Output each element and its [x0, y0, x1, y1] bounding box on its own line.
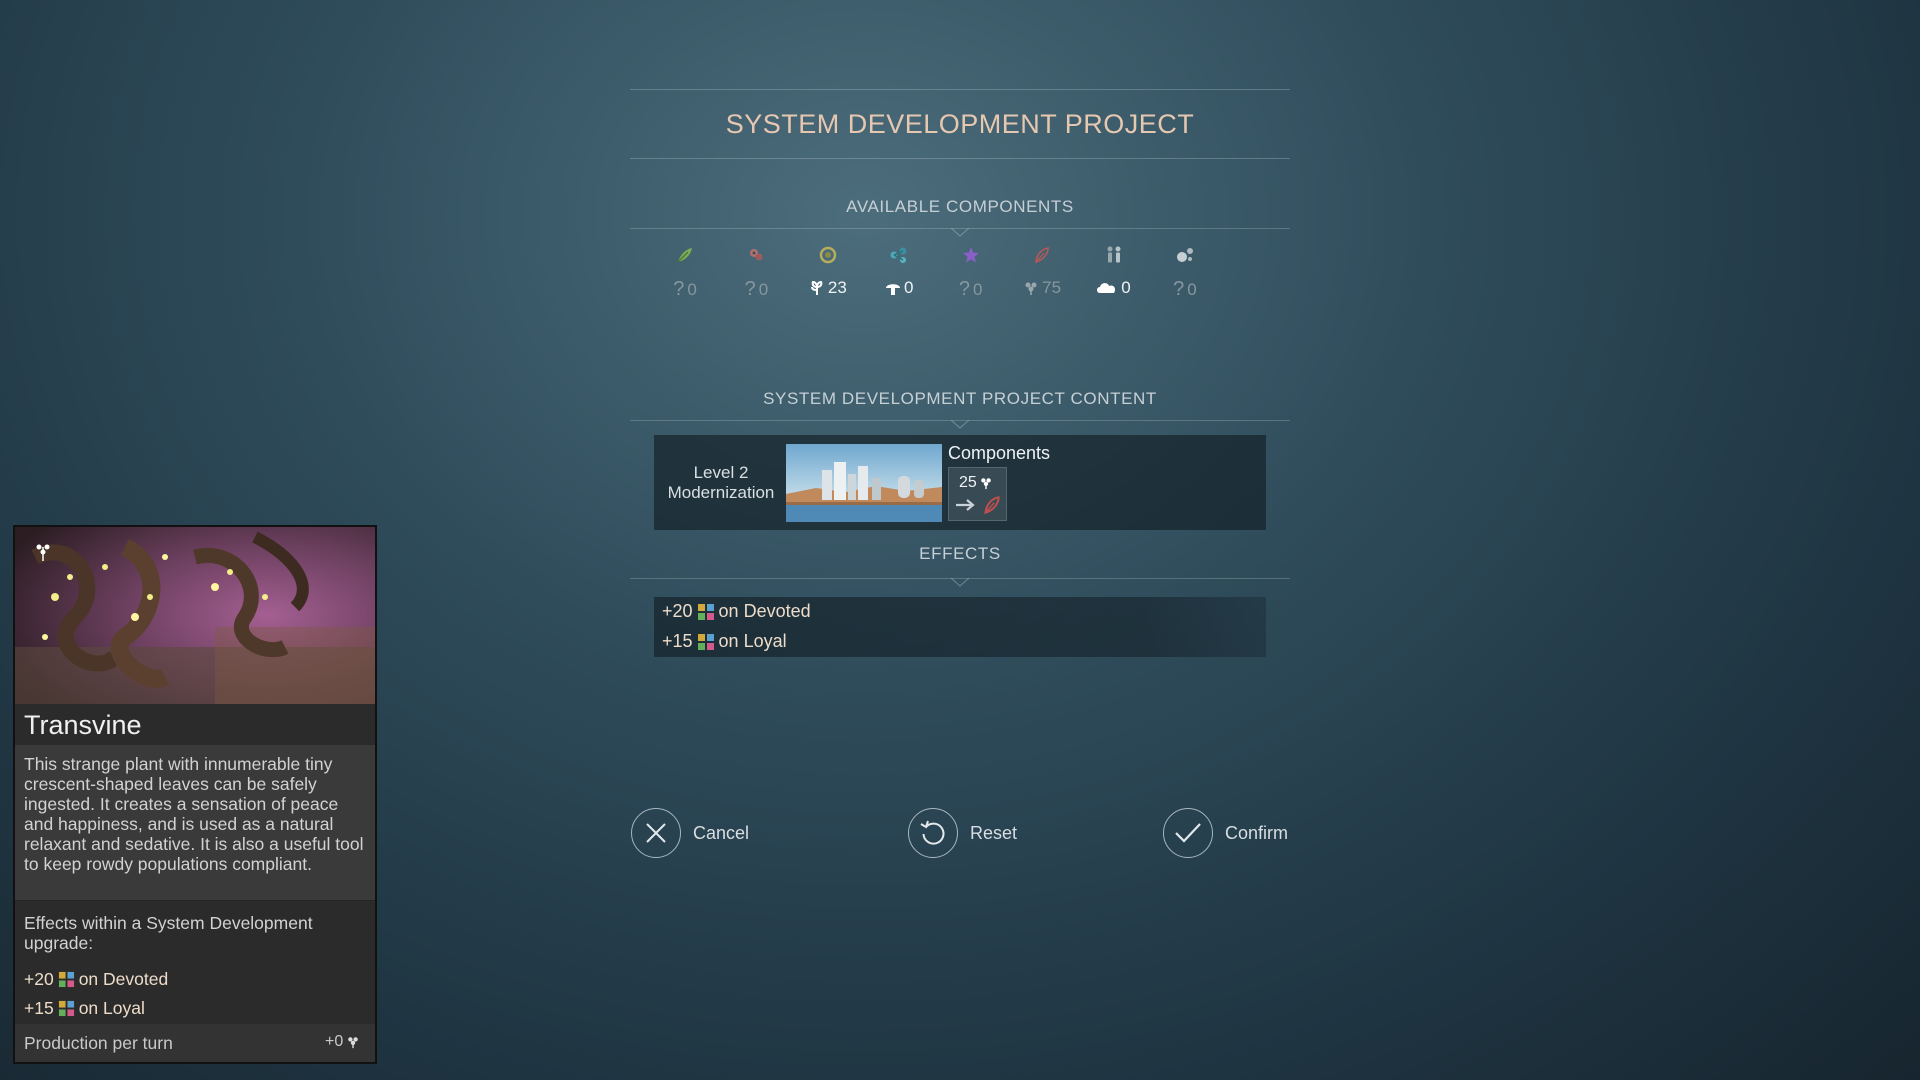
title-bar: SYSTEM DEVELOPMENT PROJECT — [630, 89, 1290, 159]
production-label: Production per turn — [24, 1033, 173, 1053]
check-icon — [1163, 808, 1213, 858]
page-title: SYSTEM DEVELOPMENT PROJECT — [725, 108, 1195, 139]
available-components-heading: AVAILABLE COMPONENTS — [846, 197, 1074, 216]
component-people-amount: 0 — [1096, 278, 1131, 298]
divider-notch — [951, 420, 969, 429]
resource-description: This strange plant with innumerable tiny… — [24, 754, 364, 874]
people-icon — [1103, 244, 1125, 266]
feather-icon — [1031, 244, 1053, 266]
component-feather[interactable]: 75 — [1012, 244, 1072, 301]
component-cost: 25 — [959, 474, 993, 492]
plant-resource-icon — [810, 280, 823, 295]
resource-effect-line: +20 on Devoted — [24, 969, 169, 989]
project-content-heading: SYSTEM DEVELOPMENT PROJECT CONTENT — [763, 389, 1157, 408]
approval-icon — [697, 633, 714, 650]
approval-icon — [697, 603, 714, 620]
components-row: ? 0 ? 0 23 0 ? 0 75 0 ? 0 — [655, 244, 1215, 301]
cancel-button[interactable]: Cancel — [631, 806, 749, 860]
component-gear-cluster-amount: ? 0 — [744, 278, 769, 300]
card-divider — [15, 900, 375, 901]
component-gear-cluster[interactable]: ? 0 — [726, 244, 786, 301]
reset-icon — [908, 808, 958, 858]
resource-image — [15, 527, 375, 704]
cloud-icon — [1097, 283, 1116, 293]
resource-name: Transvine — [24, 710, 142, 740]
molecule-icon — [888, 244, 910, 266]
ring-icon — [817, 244, 839, 266]
component-leaf[interactable]: ? 0 — [655, 244, 715, 301]
component-leaf-amount: ? 0 — [673, 278, 697, 300]
close-icon — [631, 808, 681, 858]
production-value: +0 — [325, 1033, 360, 1051]
resource-effect-line: +15 on Loyal — [24, 998, 145, 1018]
transvine-icon — [980, 478, 991, 490]
effect-line: +20 on Devoted — [662, 601, 811, 621]
component-ring-amount: 23 — [809, 278, 847, 298]
component-flask[interactable]: ? 0 — [1155, 244, 1215, 301]
unknown-icon: ? — [958, 278, 971, 300]
effects-heading: EFFECTS — [919, 544, 1001, 563]
approval-icon — [58, 1000, 74, 1017]
arrow-right-icon — [956, 499, 975, 511]
component-feather-amount: 75 — [1023, 278, 1061, 298]
effect-line: +15 on Loyal — [662, 631, 787, 651]
project-level-label: Level 2 Modernization — [667, 463, 775, 502]
reset-button[interactable]: Reset — [908, 806, 1017, 860]
divider-notch — [951, 578, 969, 587]
components-label: Components — [948, 443, 1051, 463]
confirm-button[interactable]: Confirm — [1163, 806, 1288, 860]
component-molecule[interactable]: 0 — [869, 244, 929, 301]
flask-icon — [1174, 244, 1196, 266]
component-flask-amount: ? 0 — [1173, 278, 1197, 300]
feather-icon — [984, 496, 1000, 515]
star-icon — [960, 244, 982, 266]
mushroom-resource-icon — [886, 284, 901, 295]
resource-effects-title: Effects within a System Development upgr… — [24, 913, 313, 953]
approval-icon — [58, 971, 74, 988]
transvine-icon — [348, 1037, 359, 1049]
project-thumbnail — [786, 444, 942, 522]
unknown-icon: ? — [1173, 278, 1185, 300]
component-molecule-amount: 0 — [885, 278, 914, 298]
unknown-icon: ? — [744, 278, 756, 300]
unknown-icon: ? — [673, 278, 685, 300]
transvine-icon — [1025, 282, 1037, 295]
leaf-icon — [674, 244, 696, 266]
component-ring[interactable]: 23 — [798, 244, 858, 301]
divider-notch — [951, 228, 969, 237]
component-people[interactable]: 0 — [1084, 244, 1144, 301]
gear-cluster-icon — [745, 244, 767, 266]
component-star-amount: ? 0 — [958, 278, 983, 300]
component-star[interactable]: ? 0 — [941, 244, 1001, 301]
